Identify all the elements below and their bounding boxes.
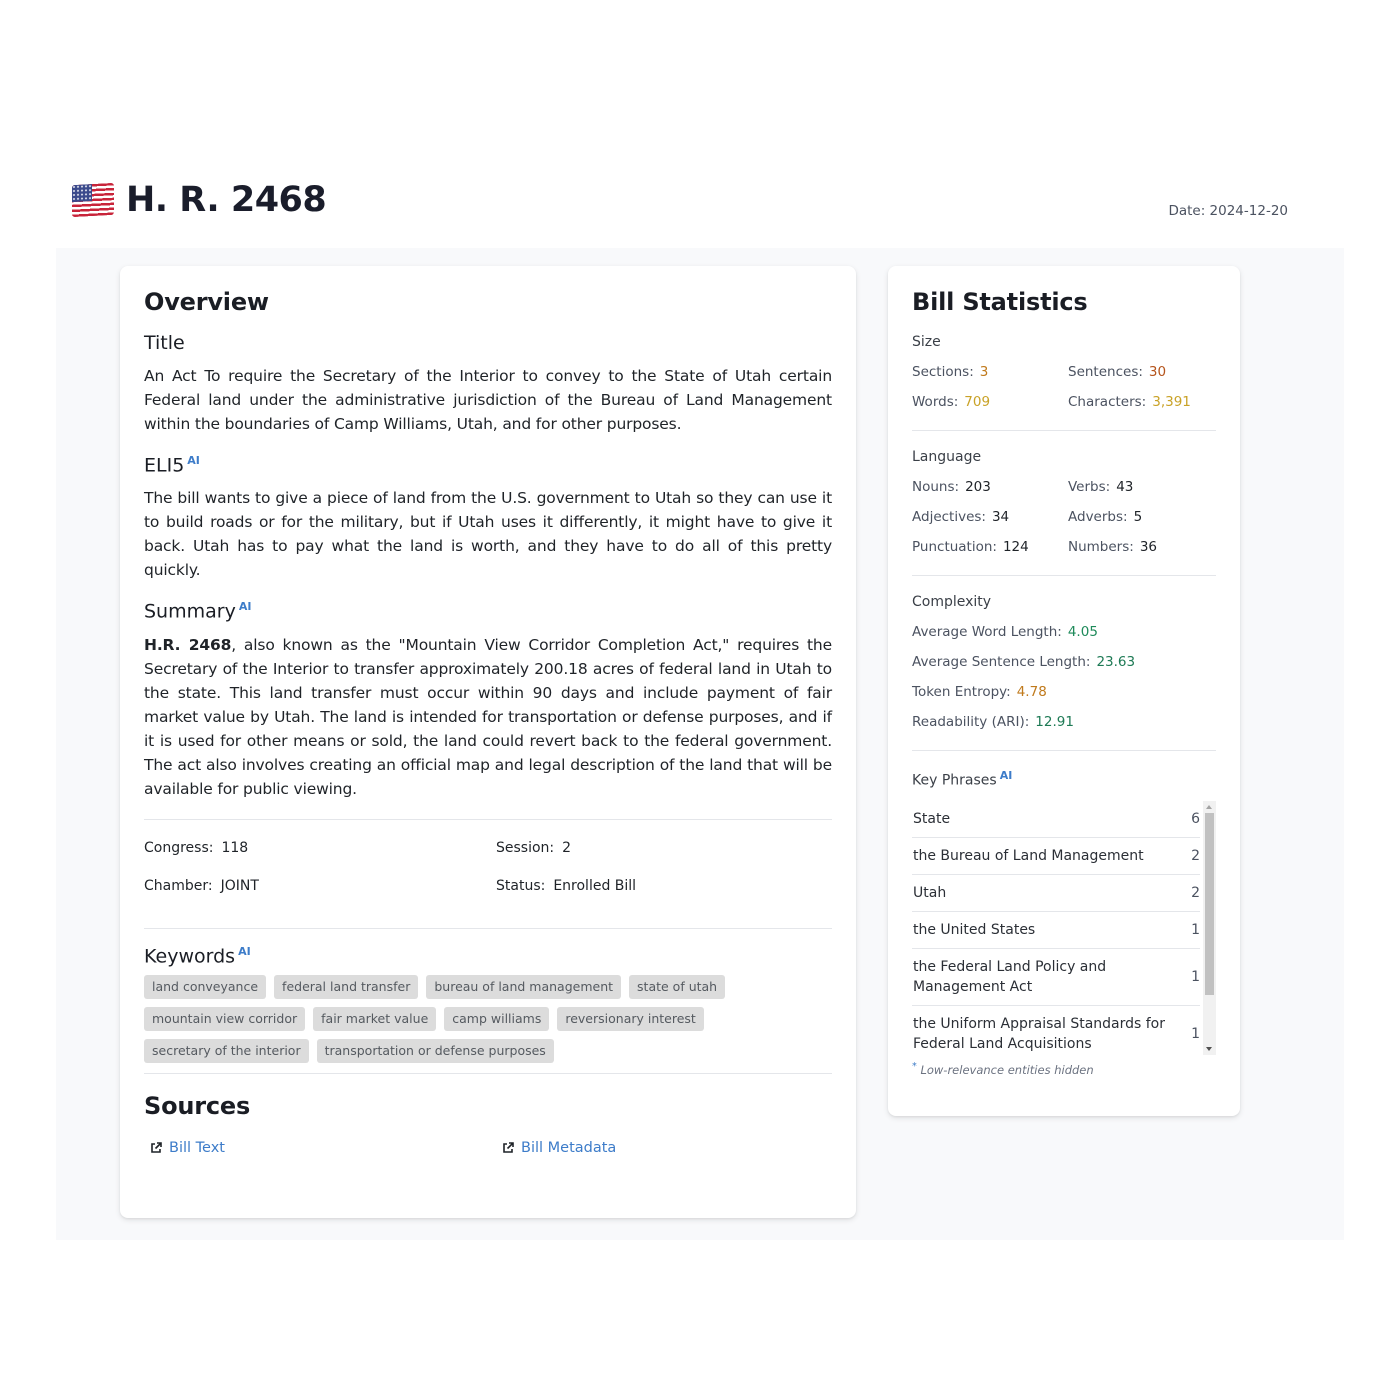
scroll-down-arrow-icon[interactable]	[1206, 1046, 1212, 1051]
page-header: H. R. 2468 Date: 2024-12-20	[56, 160, 1344, 248]
keywords-heading: Keywords AI	[144, 944, 251, 967]
language-heading: Language	[912, 449, 982, 465]
key-phrase-row: Utah 2	[912, 875, 1200, 912]
key-phrases-scroll-area[interactable]: State 6 the Bureau of Land Management 2 Ut…	[912, 800, 1216, 1055]
link-label: Bill Text	[169, 1139, 225, 1156]
summary-text: H.R. 2468, also known as the "Mountain V…	[144, 635, 832, 798]
language-stats: Nouns: 203 Verbs: 43 Adjectives: 34 Adverbs…	[912, 479, 1216, 575]
overview-heading: Overview	[144, 288, 269, 316]
scrollbar-thumb[interactable]	[1205, 812, 1214, 995]
key-phrase-row: the Uniform Appraisal Standards for Fede…	[913, 1015, 1200, 1052]
bill-statistics-card: Bill Statistics Size Sections: 3 Sentence…	[888, 266, 1240, 1116]
title-wrap: H. R. 2468	[72, 180, 327, 220]
stat-token-entropy: Token Entropy: 4.78	[912, 684, 1047, 700]
key-phrases-list: State 6 the Bureau of Land Management 2 Ut…	[912, 801, 1200, 1062]
keyword-chip[interactable]: transportation or defense purposes	[316, 1038, 554, 1063]
stat-nouns: Nouns: 203	[912, 479, 991, 495]
ai-badge: AI	[999, 769, 1013, 782]
summary-bill-id: H.R. 2468	[144, 635, 232, 654]
external-link-icon	[503, 1142, 514, 1153]
overview-card: Overview Title An Act To require the Sec…	[120, 266, 856, 1218]
divider	[912, 575, 1216, 576]
stat-avg-sentence-length: Average Sentence Length: 23.63	[912, 654, 1136, 670]
key-phrases-heading: Key Phrases AI	[912, 769, 1013, 789]
stat-numbers: Numbers: 36	[1068, 539, 1157, 555]
divider	[144, 1072, 832, 1074]
scrollbar[interactable]	[1203, 800, 1216, 1055]
key-phrase-row: the Federal Land Policy and Management A…	[912, 949, 1200, 1006]
summary-heading: Summary AI	[144, 600, 252, 623]
bill-meta: Congress: 118 Session: 2 Chamber: JOINT Sta…	[144, 820, 832, 928]
scroll-up-arrow-icon[interactable]	[1206, 804, 1212, 809]
keyword-chip[interactable]: state of utah	[629, 974, 726, 999]
divider	[912, 750, 1216, 751]
eli5-heading: ELI5 AI	[144, 454, 200, 477]
chamber-field: Chamber: JOINT	[144, 877, 259, 894]
keyword-chip[interactable]: bureau of land management	[426, 974, 622, 999]
size-stats: Sections: 3 Sentences: 30 Words: 709 Charac…	[912, 364, 1216, 430]
keyword-chip[interactable]: fair market value	[313, 1006, 437, 1031]
link-label: Bill Metadata	[521, 1139, 617, 1156]
stat-adjectives: Adjectives: 34	[912, 509, 1010, 525]
keywords-list: land conveyance federal land transfer bu…	[144, 974, 824, 1073]
ai-badge: AI	[187, 454, 200, 467]
stat-sentences: Sentences: 30	[1068, 364, 1167, 380]
key-phrase-row: the United States 1	[912, 912, 1200, 949]
stat-adverbs: Adverbs: 5	[1068, 509, 1143, 525]
keyword-chip[interactable]: camp williams	[444, 1006, 550, 1031]
keyword-chip[interactable]: land conveyance	[144, 974, 267, 999]
keyword-chip[interactable]: reversionary interest	[557, 1006, 704, 1031]
key-phrases-footnote: * Low-relevance entities hidden	[912, 1060, 1094, 1077]
title-text: An Act To require the Secretary of the I…	[144, 367, 832, 433]
keyword-chip[interactable]: secretary of the interior	[144, 1038, 309, 1063]
bill-date: Date: 2024-12-20	[1168, 203, 1288, 219]
stat-readability: Readability (ARI): 12.91	[912, 714, 1074, 730]
complexity-heading: Complexity	[912, 594, 992, 610]
external-link-icon	[151, 1142, 162, 1153]
bill-title: H. R. 2468	[126, 180, 327, 220]
session-field: Session: 2	[496, 839, 572, 856]
ai-badge: AI	[238, 600, 252, 614]
keyword-chip[interactable]: mountain view corridor	[144, 1006, 306, 1031]
stat-avg-word-length: Average Word Length: 4.05	[912, 624, 1098, 640]
complexity-stats: Average Word Length: 4.05 Average Sentenc…	[912, 624, 1216, 750]
statistics-heading: Bill Statistics	[912, 288, 1088, 316]
stat-words: Words: 709	[912, 394, 991, 410]
divider	[912, 430, 1216, 431]
key-phrase-row: the Bureau of Land Management 2	[912, 838, 1200, 875]
sources-heading: Sources	[144, 1091, 251, 1120]
stat-sections: Sections: 3	[912, 364, 989, 380]
us-flag-icon	[72, 182, 114, 218]
ai-badge: AI	[238, 944, 251, 958]
eli5-text: The bill wants to give a piece of land f…	[144, 489, 832, 580]
stat-characters: Characters: 3,391	[1068, 394, 1191, 410]
bill-metadata-link[interactable]: Bill Metadata	[496, 1140, 832, 1156]
bill-text-link[interactable]: Bill Text	[144, 1140, 496, 1156]
size-heading: Size	[912, 334, 941, 350]
keyword-chip[interactable]: federal land transfer	[274, 974, 419, 999]
sources-list: Bill Text Bill Metadata	[144, 1140, 832, 1156]
congress-field: Congress: 118	[144, 839, 249, 856]
key-phrase-row: State 6	[912, 801, 1200, 838]
status-field: Status: Enrolled Bill	[496, 877, 637, 894]
title-heading: Title	[144, 332, 185, 354]
stat-punctuation: Punctuation: 124	[912, 539, 1029, 555]
main-content: Overview Title An Act To require the Sec…	[56, 248, 1344, 1240]
divider	[144, 927, 832, 929]
stat-verbs: Verbs: 43	[1068, 479, 1134, 495]
